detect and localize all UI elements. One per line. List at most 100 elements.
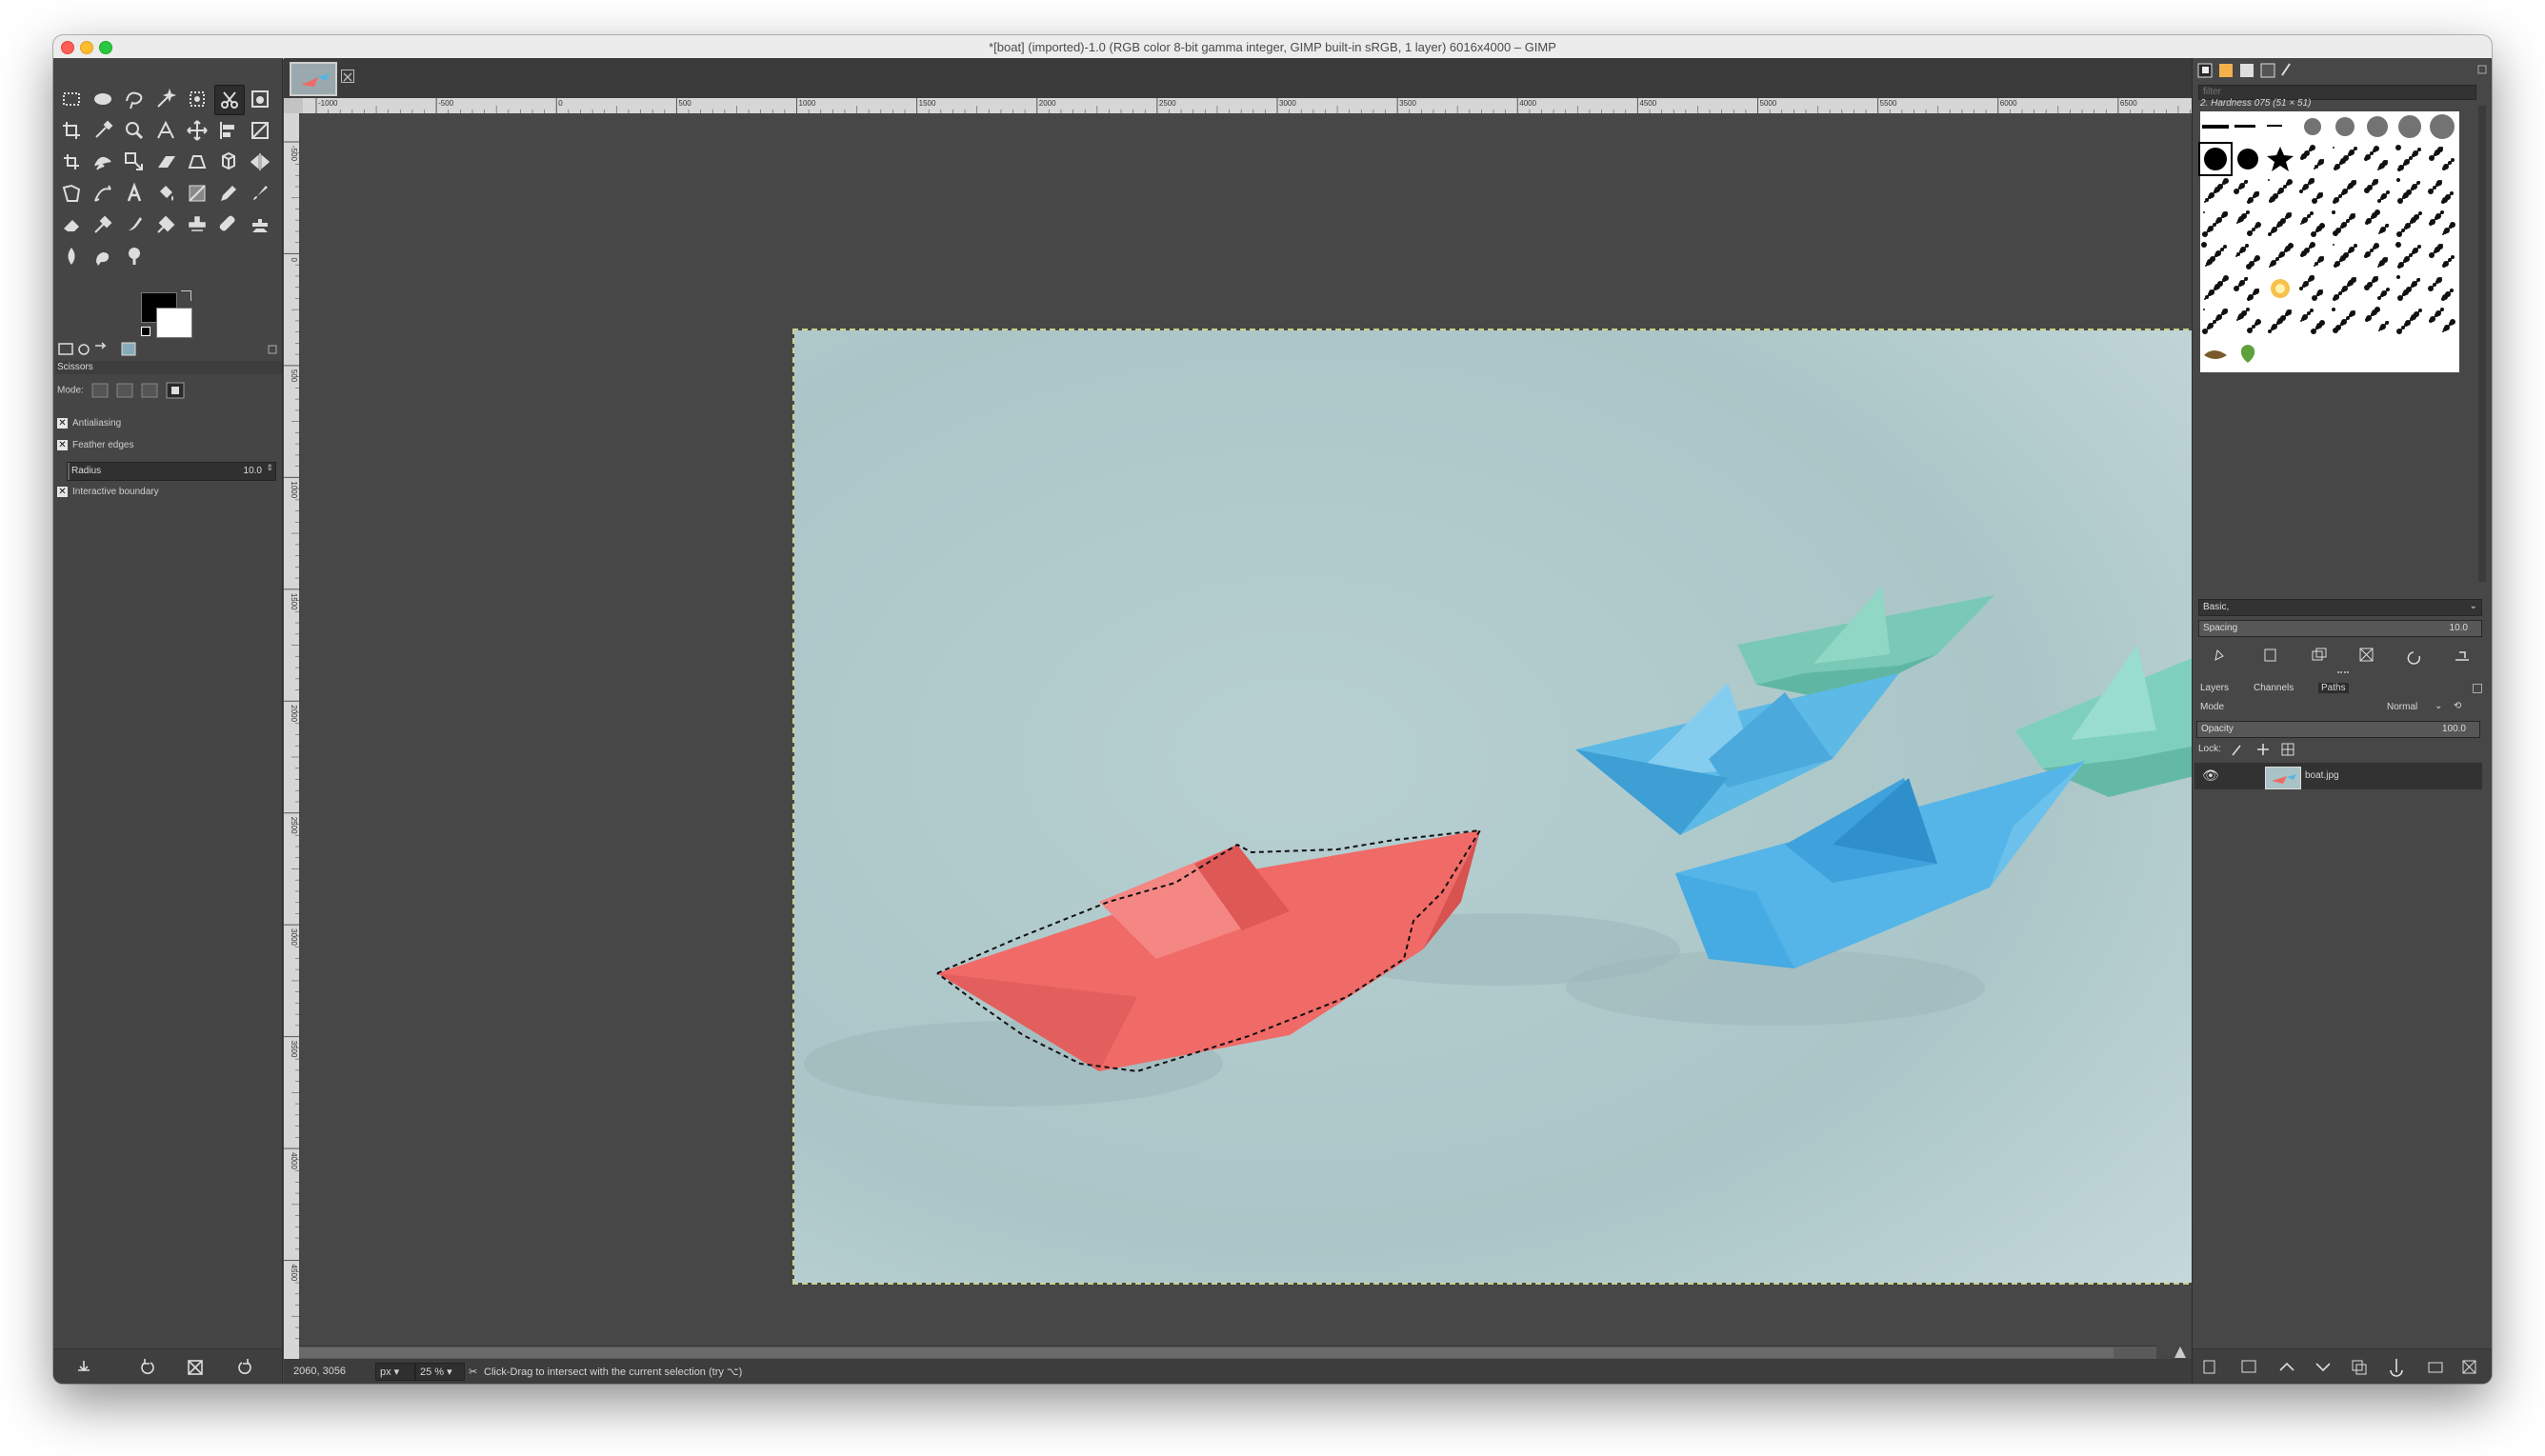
brush-preset-icon[interactable] <box>2200 176 2231 207</box>
perspective-tool-icon[interactable] <box>183 148 211 176</box>
brush-preset-icon[interactable] <box>2297 306 2328 336</box>
brush-preset-icon[interactable] <box>2330 111 2360 142</box>
brush-preset-icon[interactable] <box>2265 273 2295 304</box>
brush-preset-icon[interactable] <box>2297 209 2328 239</box>
feather-option[interactable]: ✕ Feather edges <box>57 440 134 450</box>
brush-preset-icon[interactable] <box>2330 144 2360 174</box>
layer-name[interactable]: boat.jpg <box>2305 770 2339 781</box>
brush-preset-icon[interactable] <box>2395 241 2425 271</box>
shear-tool-icon[interactable] <box>151 148 180 176</box>
brush-preset-select[interactable]: Basic, ⌄ <box>2198 599 2482 616</box>
radius-spin-icon[interactable]: ⇕ <box>266 463 273 473</box>
brush-preset-icon[interactable] <box>2362 176 2393 207</box>
brush-preset-icon[interactable] <box>2265 111 2295 142</box>
interactive-boundary-checkbox[interactable]: ✕ <box>57 487 68 497</box>
vertical-ruler[interactable]: -500 0 500 1000 1500 2000 2500 3000 3500 4000 4500 <box>284 113 299 1380</box>
lock-icons[interactable] <box>2231 742 2326 757</box>
layer-mode-reset-icon[interactable]: ⟲ <box>2454 701 2461 711</box>
mode-chevron-icon[interactable]: ⌄ <box>2435 701 2442 711</box>
3d-transform-tool-icon[interactable] <box>214 148 243 176</box>
brush-preset-icon[interactable] <box>2330 209 2360 239</box>
by-color-select-tool-icon[interactable] <box>183 85 211 113</box>
brush-preset-icon[interactable] <box>2265 176 2295 207</box>
dodge-burn-tool-icon[interactable] <box>120 242 149 270</box>
fuzzy-select-tool-icon[interactable] <box>151 85 180 113</box>
brush-preset-icon[interactable] <box>2265 209 2295 239</box>
brush-preset-icon[interactable] <box>2297 144 2328 174</box>
brush-preset-icon[interactable] <box>2330 273 2360 304</box>
brush-preset-icon[interactable] <box>2233 144 2263 174</box>
layer-item[interactable]: 👁 boat.jpg <box>2194 763 2482 789</box>
brush-preset-icon[interactable] <box>2233 306 2263 336</box>
mypaint-tool-icon[interactable] <box>151 210 180 239</box>
horizontal-ruler[interactable]: -1000 -500 0 500 1000 1500 2000 2500 3000 3500 400… <box>303 98 2227 113</box>
dock-menu-icon[interactable] <box>2473 684 2482 693</box>
brush-actions-bar[interactable] <box>2193 643 2492 668</box>
close-image-tab-icon[interactable] <box>341 70 354 83</box>
image-tab-thumbnail[interactable] <box>290 62 337 96</box>
spacing-slider[interactable]: Spacing 10.0 <box>2198 620 2482 637</box>
horizontal-scrollbar[interactable] <box>299 1346 2156 1360</box>
blur-tool-icon[interactable] <box>57 242 86 270</box>
layer-actions[interactable] <box>2193 1349 2492 1384</box>
brush-scrollbar[interactable] <box>2478 106 2486 582</box>
brush-preset-icon[interactable] <box>2297 176 2328 207</box>
eraser-tool-icon[interactable] <box>57 210 86 239</box>
ellipse-select-tool-icon[interactable] <box>89 85 117 113</box>
selection-mode-buttons[interactable] <box>90 382 195 399</box>
smudge-tool-icon[interactable] <box>89 242 117 270</box>
ink-tool-icon[interactable] <box>120 210 149 239</box>
interactive-boundary-option[interactable]: ✕ Interactive boundary <box>57 487 159 497</box>
airbrush-tool-icon[interactable] <box>89 210 117 239</box>
default-colors-icon[interactable] <box>141 327 150 336</box>
brush-preset-icon[interactable] <box>2200 209 2231 239</box>
warp-tool-icon[interactable] <box>89 148 117 176</box>
feather-checkbox[interactable]: ✕ <box>57 440 68 450</box>
scissors-select-tool-icon[interactable] <box>214 85 245 115</box>
cage-tool-icon[interactable] <box>57 179 86 208</box>
brush-preset-icon[interactable] <box>2233 209 2263 239</box>
rect-select-tool-icon[interactable] <box>57 85 86 113</box>
brush-preset-icon[interactable] <box>2200 273 2231 304</box>
brush-preset-icon[interactable] <box>2362 209 2393 239</box>
brush-preset-icon[interactable] <box>2265 306 2295 336</box>
brush-preset-icon[interactable] <box>2330 241 2360 271</box>
brush-preset-icon[interactable] <box>2362 306 2393 336</box>
brush-preset-icon[interactable] <box>2427 176 2457 207</box>
crop-tool-icon[interactable] <box>57 116 86 145</box>
text-tool-icon[interactable] <box>120 179 149 208</box>
pencil-tool-icon[interactable] <box>214 179 243 208</box>
perspective-clone-tool-icon[interactable] <box>246 210 274 239</box>
layer-mode-select[interactable]: Normal <box>2387 702 2417 712</box>
tool-options-actions[interactable] <box>53 1349 282 1384</box>
ruler-corner[interactable] <box>284 98 303 113</box>
zoom-select[interactable]: 25 % ▾ <box>415 1363 465 1381</box>
measure-tool-icon[interactable] <box>151 116 180 145</box>
brush-preset-icon[interactable] <box>2427 306 2457 336</box>
antialiasing-option[interactable]: ✕ Antialiasing <box>57 418 121 429</box>
antialiasing-checkbox[interactable]: ✕ <box>57 418 68 429</box>
heal-tool-icon[interactable] <box>214 210 243 239</box>
brush-preset-icon[interactable] <box>2297 273 2328 304</box>
align-tool-icon[interactable] <box>214 116 243 145</box>
tab-paths[interactable]: Paths <box>2318 683 2349 693</box>
brush-preset-icon[interactable] <box>2427 241 2457 271</box>
brush-preset-icon[interactable] <box>2395 209 2425 239</box>
tab-channels[interactable]: Channels <box>2254 683 2294 693</box>
navigate-icon[interactable] <box>2174 1346 2187 1359</box>
foreground-select-tool-icon[interactable] <box>246 85 274 113</box>
brush-preset-icon[interactable] <box>2265 241 2295 271</box>
brush-preset-icon[interactable] <box>2395 306 2425 336</box>
brush-grid[interactable] <box>2198 111 2459 372</box>
eye-icon[interactable]: 👁 <box>2202 768 2219 784</box>
bucket-fill-tool-icon[interactable] <box>151 179 180 208</box>
brush-preset-icon[interactable] <box>2362 111 2393 142</box>
zoom-tool-icon[interactable] <box>120 116 149 145</box>
brush-preset-icon[interactable] <box>2362 273 2393 304</box>
brush-preset-icon[interactable] <box>2395 273 2425 304</box>
brush-preset-icon[interactable] <box>2427 273 2457 304</box>
brush-preset-icon[interactable] <box>2233 273 2263 304</box>
brush-preset-icon[interactable] <box>2395 144 2425 174</box>
brush-preset-icon[interactable] <box>2233 338 2263 369</box>
unified-transform-tool-icon[interactable] <box>57 148 86 176</box>
